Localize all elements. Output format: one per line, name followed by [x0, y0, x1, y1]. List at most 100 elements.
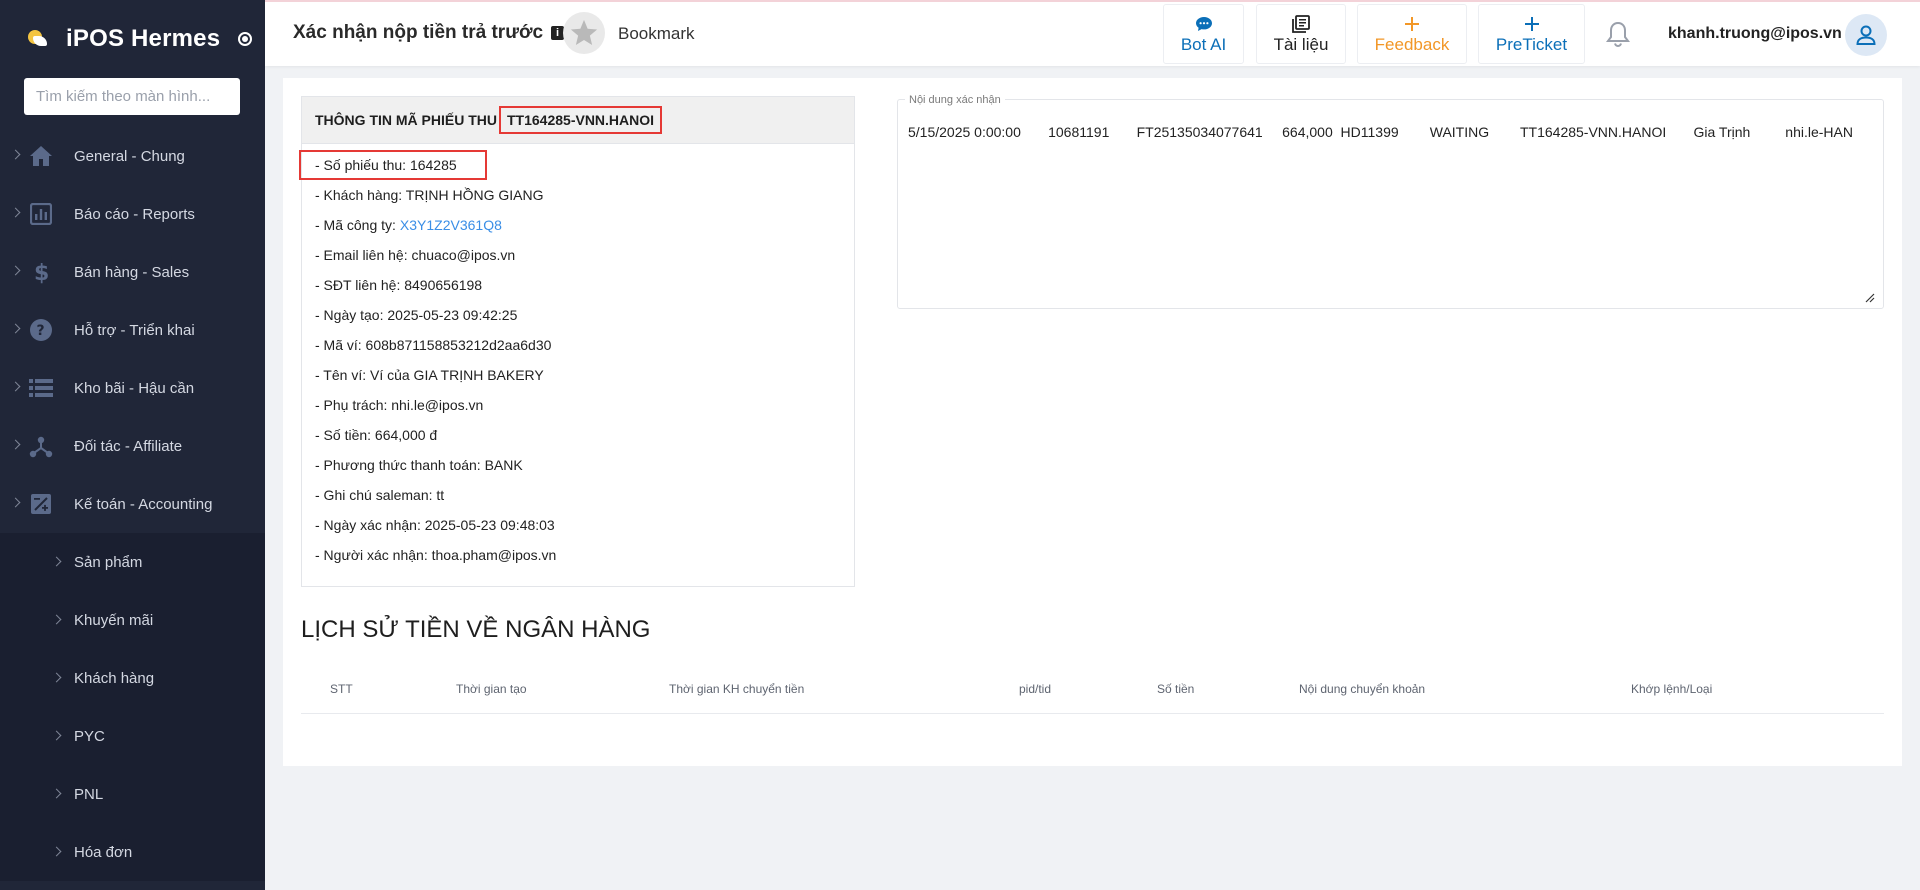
bookmark-star-button[interactable] [563, 12, 605, 54]
sidebar-item-label: Đối tác - Affiliate [74, 437, 183, 455]
svg-text:?: ? [37, 323, 45, 339]
home-icon [28, 143, 54, 169]
column-header-transfer-time[interactable]: Thời gian KH chuyển tiền [669, 682, 804, 696]
plus-icon [1405, 13, 1419, 35]
chevron-right-icon [10, 439, 21, 450]
sidebar-item-label: Bán hàng - Sales [74, 263, 190, 281]
svg-text:$: $ [34, 261, 49, 284]
receipt-info-lines: - Số phiếu thu: 164285 - Khách hàng: TRỊ… [299, 144, 854, 570]
column-header-amount[interactable]: Số tiền [1157, 682, 1194, 696]
bank-history-title: LỊCH SỬ TIỀN VỀ NGÂN HÀNG [301, 616, 651, 643]
contact-email: - Email liên hệ: chuaco@ipos.vn [315, 247, 516, 263]
submenu-item-customers[interactable]: Khách hàng [0, 649, 265, 707]
confirm-content-value: 5/15/2025 0:00:00 10681191 FT25135034077… [908, 124, 1853, 140]
sidebar-item-label: Kế toán - Accounting [74, 495, 213, 513]
submenu-item-promotions[interactable]: Khuyến mãi [0, 591, 265, 649]
receipt-code: TT164285-VNN.HANOI [499, 106, 663, 134]
submenu-item-label: PYC [74, 727, 105, 745]
chevron-right-icon [10, 497, 21, 508]
sidebar-item-label: Hỗ trợ - Triển khai [74, 321, 195, 339]
contact-phone: - SĐT liên hệ: 8490656198 [315, 277, 483, 293]
bank-history-table-header: STT Thời gian tạo Thời gian KH chuyển ti… [301, 658, 1884, 714]
bot-ai-label: Bot AI [1180, 35, 1227, 54]
amount: - Số tiền: 664,000 đ [315, 427, 438, 443]
sidebar-item-general[interactable]: General - Chung [0, 127, 265, 185]
resize-handle-icon[interactable] [1865, 290, 1875, 303]
sidebar-item-support[interactable]: ? Hỗ trợ - Triển khai [0, 301, 265, 359]
star-icon [570, 19, 598, 45]
sidebar-item-reports[interactable]: Báo cáo - Reports [0, 185, 265, 243]
submenu-item-invoices[interactable]: Hóa đơn [0, 823, 265, 881]
top-header: Xác nhận nộp tiền trả trước i Bookmark B… [265, 0, 1920, 66]
receipt-info-header: THÔNG TIN MÃ PHIẾU THU TT164285-VNN.HANO… [302, 97, 854, 144]
brand-logo-icon [24, 27, 48, 51]
feedback-button[interactable]: Feedback [1357, 4, 1467, 64]
chevron-right-icon [10, 265, 21, 276]
chevron-right-icon [51, 556, 62, 567]
sidebar-item-label: Báo cáo - Reports [74, 205, 195, 223]
column-header-match-type[interactable]: Khớp lệnh/Loại [1631, 682, 1712, 696]
chat-icon [1195, 13, 1213, 35]
column-header-created-time[interactable]: Thời gian tạo [456, 682, 527, 696]
confirmed-by: - Người xác nhận: thoa.pham@ipos.vn [315, 547, 557, 563]
company-code-link[interactable]: X3Y1Z2V361Q8 [400, 217, 502, 233]
chevron-right-icon [51, 846, 62, 857]
submenu-item-products[interactable]: Sản phẩm [0, 533, 265, 591]
submenu-item-label: PNL [74, 785, 104, 803]
brand-name: iPOS Hermes [66, 25, 221, 52]
submenu-item-label: Khách hàng [74, 669, 155, 687]
sidebar-item-affiliate[interactable]: Đối tác - Affiliate [0, 417, 265, 475]
sidebar: iPOS Hermes General - Chung Báo cáo - Re… [0, 0, 265, 890]
docs-label: Tài liệu [1273, 35, 1329, 54]
payment-method: - Phương thức thanh toán: BANK [315, 457, 523, 473]
chevron-right-icon [10, 207, 21, 218]
bookmark-label[interactable]: Bookmark [618, 24, 695, 44]
receipt-info-heading: THÔNG TIN MÃ PHIẾU THU [315, 112, 497, 128]
column-header-transfer-content[interactable]: Nội dung chuyển khoản [1299, 682, 1425, 696]
main-content: THÔNG TIN MÃ PHIẾU THU TT164285-VNN.HANO… [283, 78, 1902, 766]
submenu-item-label: Khuyến mãi [74, 611, 154, 629]
confirm-content-label: Nội dung xác nhận [905, 94, 1005, 106]
sidebar-item-accounting[interactable]: Kế toán - Accounting [0, 475, 265, 533]
company-code-label: - Mã công ty: [315, 217, 396, 233]
feedback-label: Feedback [1374, 35, 1450, 54]
docs-icon [1292, 13, 1310, 35]
preticket-button[interactable]: PreTicket [1478, 4, 1585, 64]
preticket-label: PreTicket [1495, 35, 1568, 54]
submenu-item-label: Sản phẩm [74, 553, 143, 571]
user-icon [1856, 25, 1876, 45]
user-email[interactable]: khanh.truong@ipos.vn [1668, 25, 1842, 43]
company-code-row: - Mã công ty: X3Y1Z2V361Q8 [302, 210, 854, 240]
sidebar-toggle-radio-icon[interactable] [238, 32, 253, 46]
receipt-info-panel: THÔNG TIN MÃ PHIẾU THU TT164285-VNN.HANO… [299, 96, 855, 587]
submenu-item-pnl[interactable]: PNL [0, 765, 265, 823]
brand[interactable]: iPOS Hermes [0, 0, 265, 78]
sidebar-item-label: General - Chung [74, 147, 185, 165]
chevron-right-icon [10, 381, 21, 392]
docs-button[interactable]: Tài liệu [1256, 4, 1346, 64]
network-icon [28, 433, 54, 459]
help-icon: ? [28, 317, 54, 343]
bot-ai-button[interactable]: Bot AI [1163, 4, 1244, 64]
page-title-text: Xác nhận nộp tiền trả trước [293, 22, 544, 43]
bell-icon[interactable] [1605, 20, 1631, 48]
sidebar-item-sales[interactable]: $ Bán hàng - Sales [0, 243, 265, 301]
column-header-stt[interactable]: STT [330, 682, 353, 696]
accounting-icon [28, 491, 54, 517]
plus-icon [1524, 13, 1539, 35]
receipt-number: - Số phiếu thu: 164285 [299, 150, 487, 180]
avatar[interactable] [1845, 14, 1887, 56]
report-icon [28, 201, 54, 227]
sidebar-item-warehouse[interactable]: Kho bãi - Hậu cần [0, 359, 265, 417]
column-header-pid-tid[interactable]: pid/tid [1019, 682, 1051, 696]
sidebar-menu: General - Chung Báo cáo - Reports $ Bán … [0, 127, 265, 881]
submenu-item-pyc[interactable]: PYC [0, 707, 265, 765]
dollar-icon: $ [28, 259, 54, 285]
submenu-item-label: Hóa đơn [74, 843, 133, 861]
wallet-id: - Mã ví: 608b871158853212d2aa6d30 [315, 337, 552, 353]
chevron-right-icon [10, 149, 21, 160]
sidebar-search-input[interactable] [24, 78, 240, 115]
confirm-content-textarea[interactable]: Nội dung xác nhận 5/15/2025 0:00:00 1068… [897, 94, 1884, 309]
chevron-right-icon [51, 672, 62, 683]
created-date: - Ngày tạo: 2025-05-23 09:42:25 [315, 307, 518, 323]
